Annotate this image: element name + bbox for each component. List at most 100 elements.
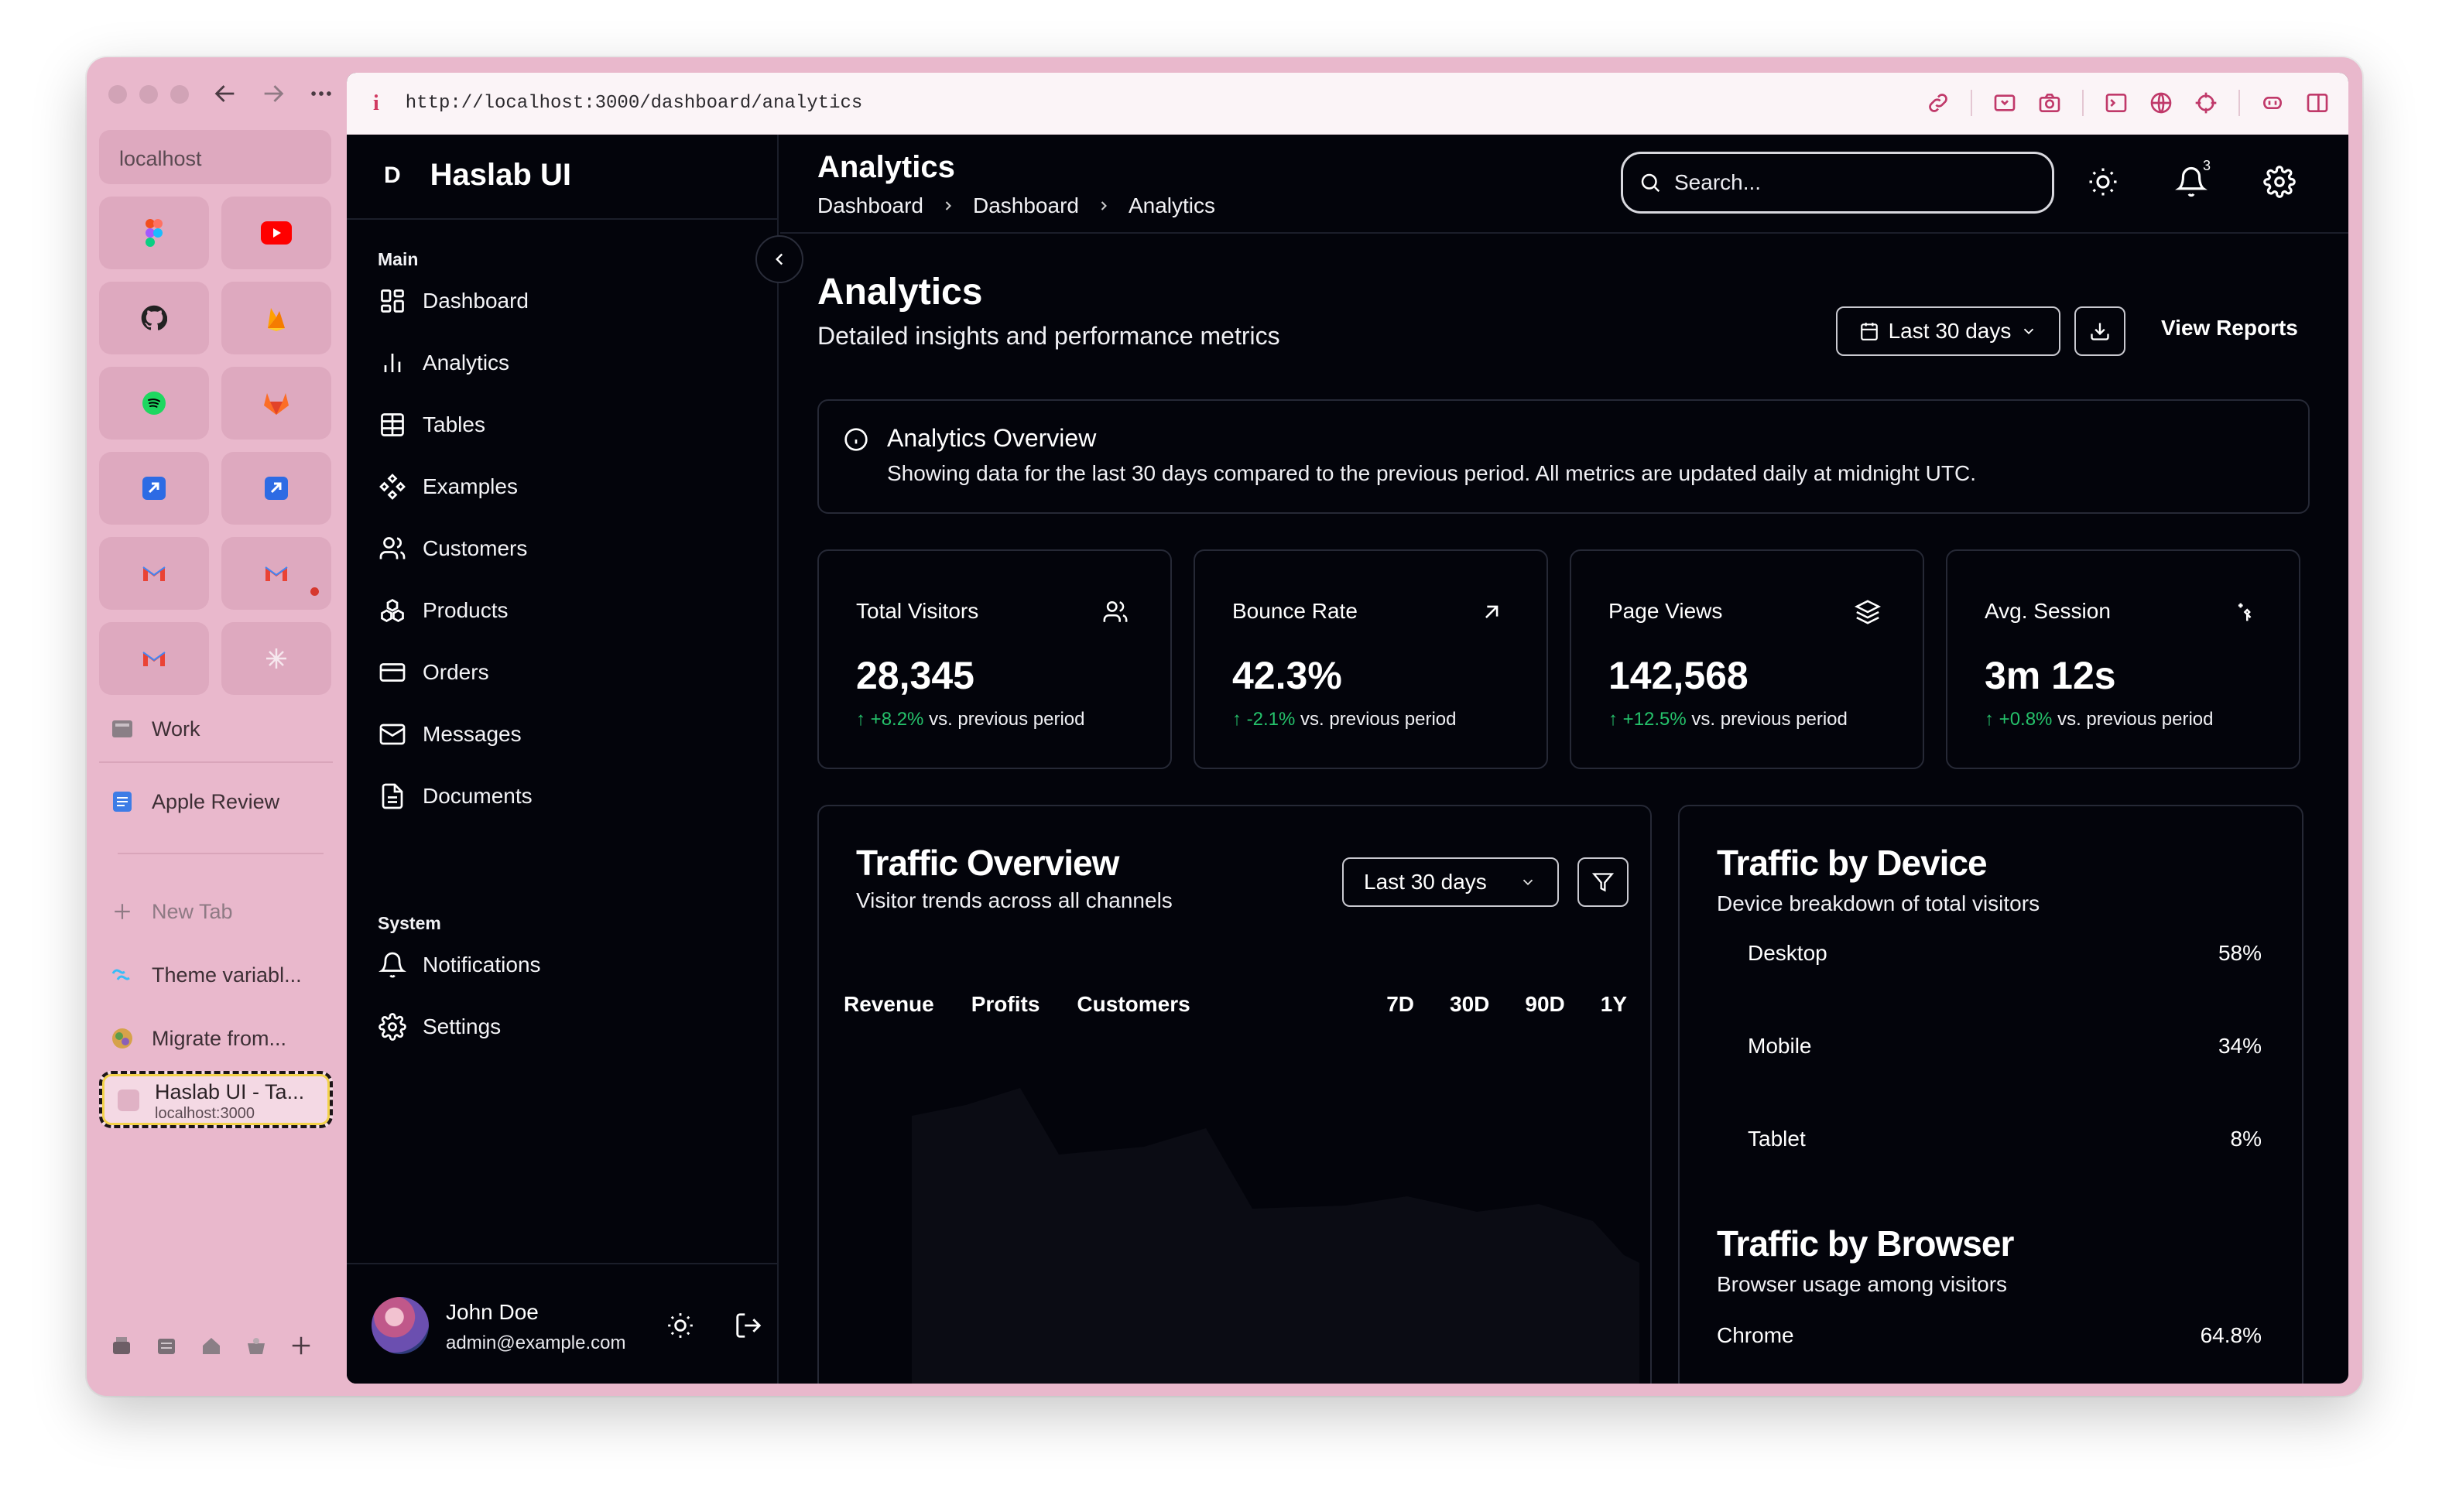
camera-icon[interactable] <box>2037 91 2062 115</box>
new-tab-button[interactable]: New Tab <box>110 899 334 924</box>
capture-icon[interactable] <box>1992 91 2017 115</box>
mail-icon <box>378 720 407 749</box>
tab-revenue[interactable]: Revenue <box>844 992 934 1017</box>
date-range-button[interactable]: Last 30 days <box>1836 306 2060 356</box>
globe-icon[interactable] <box>2149 91 2173 115</box>
more-icon[interactable] <box>308 80 334 107</box>
library-icon[interactable] <box>155 1334 178 1357</box>
stat-value: 142,568 <box>1608 654 1749 697</box>
favorite-gmail-3[interactable] <box>99 622 209 695</box>
stat-change: ↑ -2.1% vs. previous period <box>1232 709 1456 730</box>
chevron-left-icon <box>776 253 783 265</box>
stat-card: Total Visitors 28,345 ↑ +8.2% vs. previo… <box>817 549 1172 769</box>
theme-sun-icon[interactable] <box>2087 166 2119 198</box>
nav-notifications[interactable]: Notifications <box>378 950 541 980</box>
nav-tables[interactable]: Tables <box>378 410 485 440</box>
split-view-icon[interactable] <box>2305 91 2330 115</box>
link-icon[interactable] <box>1926 91 1951 115</box>
nav-customers[interactable]: Customers <box>378 534 527 563</box>
tab-apple-review[interactable]: Apple Review <box>110 789 334 814</box>
address-bar[interactable]: i http://localhost:3000/dashboard/analyt… <box>347 73 2348 135</box>
favorite-firebase[interactable] <box>221 282 331 354</box>
favorite-youtube[interactable] <box>221 197 331 269</box>
stat-change-value: +8.2% <box>870 709 924 730</box>
crosshair-icon[interactable] <box>2194 91 2218 115</box>
tailwind-icon <box>110 963 135 987</box>
active-tab[interactable]: Haslab UI - Ta... localhost:3000 <box>99 1071 333 1128</box>
forward-arrow-icon[interactable] <box>260 80 286 107</box>
brand[interactable]: D Haslab UI <box>384 158 571 193</box>
range-1y[interactable]: 1Y <box>1601 992 1627 1017</box>
stat-card: Page Views 142,568 ↑ +12.5% vs. previous… <box>1570 549 1924 769</box>
arc-bottom-tools <box>110 1334 313 1357</box>
tab-profits[interactable]: Profits <box>971 992 1040 1017</box>
tab-migrate[interactable]: Migrate from... <box>110 1026 334 1051</box>
url-text[interactable]: http://localhost:3000/dashboard/analytic… <box>406 93 863 114</box>
nav-messages[interactable]: Messages <box>378 720 522 749</box>
range-30d[interactable]: 30D <box>1450 992 1489 1017</box>
overview-title: Analytics Overview <box>887 424 1097 452</box>
header-title: Analytics <box>817 150 955 184</box>
stat-value: 28,345 <box>856 654 974 697</box>
favorite-perplexity[interactable] <box>221 622 331 695</box>
favorite-spotify[interactable] <box>99 367 209 440</box>
nav-documents[interactable]: Documents <box>378 782 533 811</box>
home-icon[interactable] <box>200 1334 223 1357</box>
collapse-sidebar-button[interactable] <box>755 235 803 283</box>
avatar[interactable] <box>372 1297 429 1354</box>
download-icon <box>2091 323 2109 340</box>
favorite-jira-1[interactable] <box>99 452 209 525</box>
nav-products[interactable]: Products <box>378 596 509 625</box>
back-arrow-icon[interactable] <box>212 80 238 107</box>
new-tab-label: New Tab <box>152 899 233 923</box>
users-icon <box>378 534 407 563</box>
nav-analytics[interactable]: Analytics <box>378 348 509 378</box>
range-7d[interactable]: 7D <box>1386 992 1414 1017</box>
zoom-window-button[interactable] <box>170 85 189 104</box>
notification-bell-icon[interactable]: 3 <box>2175 158 2211 198</box>
favorite-gitlab[interactable] <box>221 367 331 440</box>
breadcrumb-item[interactable]: Dashboard <box>817 193 923 218</box>
table-icon <box>378 410 407 440</box>
brand-logo: D <box>384 162 401 188</box>
nav-examples[interactable]: Examples <box>378 472 518 501</box>
logout-icon[interactable] <box>734 1311 763 1340</box>
stat-change: ↑ +0.8% vs. previous period <box>1985 709 2214 730</box>
info-icon[interactable]: i <box>373 91 379 116</box>
archive-icon[interactable] <box>110 1334 133 1357</box>
nav-dashboard[interactable]: Dashboard <box>378 286 529 316</box>
search-input[interactable]: Search... <box>1621 152 2054 214</box>
close-window-button[interactable] <box>108 85 127 104</box>
url-pill[interactable]: localhost <box>99 130 331 184</box>
tab-customers[interactable]: Customers <box>1077 992 1190 1017</box>
terminal-icon[interactable] <box>2104 91 2129 115</box>
space-work[interactable]: Work <box>110 717 334 741</box>
favorite-jira-2[interactable] <box>221 452 331 525</box>
favicon-placeholder <box>118 1090 139 1111</box>
tab-theme-variables[interactable]: Theme variabl... <box>110 963 334 987</box>
favorite-figma[interactable] <box>99 197 209 269</box>
minimize-window-button[interactable] <box>139 85 158 104</box>
boxes-icon <box>378 596 407 625</box>
period-select[interactable]: Last 30 days <box>1342 857 1559 907</box>
basket-icon[interactable] <box>245 1334 268 1357</box>
nav-settings[interactable]: Settings <box>378 1012 501 1042</box>
download-button[interactable] <box>2074 306 2125 356</box>
sun-icon[interactable] <box>666 1311 695 1340</box>
breadcrumb-item[interactable]: Dashboard <box>973 193 1079 218</box>
favorite-github[interactable] <box>99 282 209 354</box>
favorite-gmail-1[interactable] <box>99 537 209 610</box>
section-label-main: Main <box>378 249 419 269</box>
divider <box>99 761 333 763</box>
view-reports-button[interactable]: View Reports <box>2161 316 2298 340</box>
arrow-up-right-icon <box>1485 605 1499 618</box>
filter-button[interactable] <box>1577 857 1629 907</box>
stat-change-suffix: vs. previous period <box>2057 709 2214 730</box>
range-90d[interactable]: 90D <box>1525 992 1564 1017</box>
add-icon[interactable] <box>289 1334 313 1357</box>
favorite-gmail-2[interactable] <box>221 537 331 610</box>
extensions-icon[interactable] <box>2260 91 2285 115</box>
nav-orders[interactable]: Orders <box>378 658 489 687</box>
file-icon <box>378 782 407 811</box>
settings-gear-icon[interactable] <box>2263 166 2296 198</box>
